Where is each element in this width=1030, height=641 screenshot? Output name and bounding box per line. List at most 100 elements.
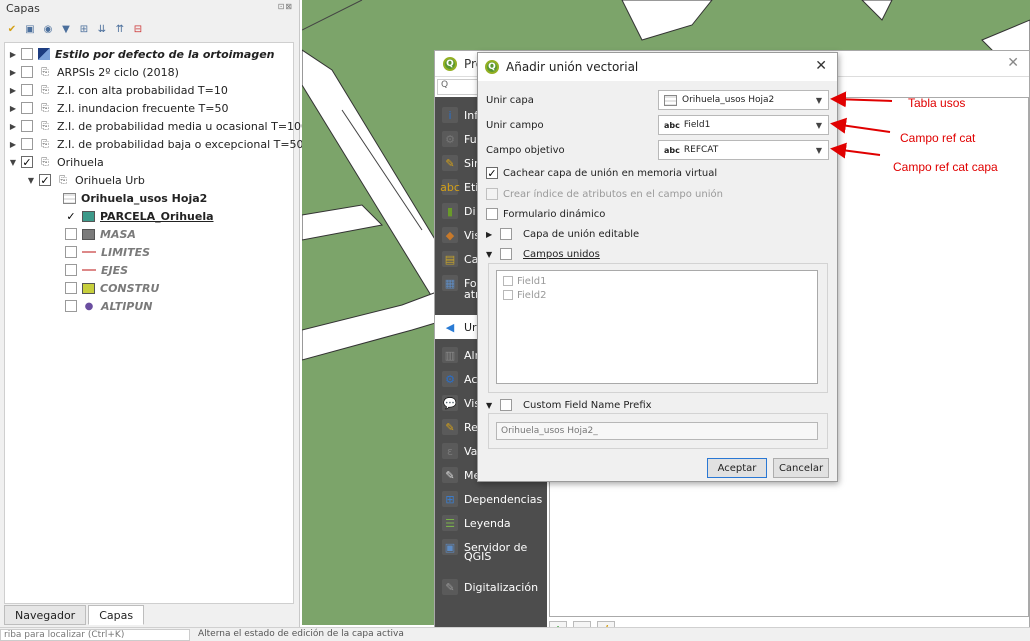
layer-item[interactable]: ✓ PARCELA_Orihuela bbox=[63, 207, 213, 225]
ok-button[interactable]: Aceptar bbox=[707, 458, 767, 478]
close-icon[interactable]: ✕ bbox=[1007, 55, 1019, 71]
style-manager-icon[interactable]: ✔ bbox=[5, 22, 19, 36]
join-layer-combo[interactable]: Orihuela_usos Hoja2 ▼ bbox=[658, 90, 829, 110]
sidebar-item-legend[interactable]: ☰ Leyenda bbox=[435, 511, 547, 535]
joined-fields-label: Campos unidos bbox=[523, 248, 600, 260]
layer-item[interactable]: CONSTRU bbox=[63, 279, 159, 297]
panel-title-bar: Capas ⊡⊠ bbox=[0, 0, 299, 18]
tab-navegador[interactable]: Navegador bbox=[4, 605, 87, 625]
layer-checkbox[interactable] bbox=[65, 264, 77, 276]
layer-checkbox[interactable]: ✓ bbox=[39, 174, 51, 186]
target-field-combo[interactable]: abc REFCAT ▼ bbox=[658, 140, 829, 160]
layer-item[interactable]: ▶ Estilo por defecto de la ortoimagen bbox=[7, 45, 275, 63]
index-label: Crear índice de atributos en el campo un… bbox=[503, 188, 723, 200]
filter-icon[interactable]: ▼ bbox=[59, 22, 73, 36]
chevron-down-icon: ▼ bbox=[815, 95, 822, 105]
cancel-button[interactable]: Cancelar bbox=[773, 458, 829, 478]
filter-legend-icon[interactable]: ⊞ bbox=[77, 22, 91, 36]
layer-checkbox[interactable] bbox=[21, 66, 33, 78]
layer-item[interactable]: LIMITES bbox=[63, 243, 150, 261]
layer-item[interactable]: ● ALTIPUN bbox=[63, 297, 153, 315]
expand-arrow-icon[interactable]: ▶ bbox=[486, 230, 500, 239]
editable-option[interactable]: ▶ Capa de unión editable bbox=[486, 225, 639, 243]
locator-input[interactable]: riba para localizar (Ctrl+K) bbox=[0, 629, 190, 641]
expand-arrow-icon[interactable]: ▶ bbox=[7, 140, 19, 149]
variables-icon: ε bbox=[442, 443, 458, 459]
layers-tree: ▶ Estilo por defecto de la ortoimagen ▶ … bbox=[4, 42, 311, 604]
layer-label: EJES bbox=[101, 263, 129, 277]
cache-label: Cachear capa de unión en memoria virtual bbox=[503, 167, 718, 179]
collapse-arrow-icon[interactable]: ▼ bbox=[25, 176, 37, 185]
group-icon: ⎘ bbox=[59, 174, 67, 186]
prefix-option[interactable]: ▼ Custom Field Name Prefix bbox=[486, 396, 652, 414]
expand-arrow-icon[interactable]: ▶ bbox=[7, 50, 19, 59]
layer-checkbox[interactable] bbox=[21, 48, 33, 60]
layer-label: Orihuela_usos Hoja2 bbox=[81, 191, 208, 205]
layer-item[interactable]: ▶ ⎘ Z.I. inundacion frecuente T=50 bbox=[7, 99, 229, 117]
layer-item[interactable]: ▶ ⎘ Z.I. de probabilidad baja o excepcio… bbox=[7, 135, 311, 153]
layer-checkbox[interactable]: ✓ bbox=[65, 210, 77, 222]
sidebar-item-digitizing[interactable]: ✎ Digitalización bbox=[435, 575, 547, 599]
layer-checkbox[interactable] bbox=[65, 228, 77, 240]
expand-arrow-icon[interactable]: ▶ bbox=[7, 68, 19, 77]
layer-item[interactable]: EJES bbox=[63, 261, 128, 279]
sidebar-item-label: Fu bbox=[464, 132, 477, 146]
polygon-symbol-icon bbox=[82, 228, 95, 240]
layer-checkbox[interactable] bbox=[21, 102, 33, 114]
group-icon: ⎘ bbox=[41, 84, 49, 96]
sidebar-item-dependencies[interactable]: ⊞ Dependencias bbox=[435, 487, 547, 511]
tab-capas[interactable]: Capas bbox=[88, 605, 145, 625]
digitizing-icon: ✎ bbox=[442, 579, 458, 595]
sidebar-item-label: Digitalización bbox=[464, 580, 539, 594]
layer-item[interactable]: ▼ ✓ ⎘ Orihuela bbox=[7, 153, 104, 171]
layer-checkbox[interactable] bbox=[65, 282, 77, 294]
source-icon: ⚙ bbox=[442, 131, 458, 147]
target-field-label: Campo objetivo bbox=[486, 144, 565, 156]
annotation-tabla-usos: Tabla usos bbox=[908, 96, 966, 110]
expand-all-icon[interactable]: ⇊ bbox=[95, 22, 109, 36]
collapse-all-icon[interactable]: ⇈ bbox=[113, 22, 127, 36]
layer-checkbox[interactable] bbox=[21, 84, 33, 96]
editable-checkbox[interactable] bbox=[500, 228, 512, 240]
layer-item[interactable]: MASA bbox=[63, 225, 136, 243]
close-icon[interactable]: ✕ bbox=[815, 58, 827, 74]
layer-checkbox[interactable]: ✓ bbox=[21, 156, 33, 168]
group-icon: ⎘ bbox=[41, 138, 49, 150]
layer-item[interactable]: ▶ ⎘ ARPSIs 2º ciclo (2018) bbox=[7, 63, 179, 81]
layer-checkbox[interactable] bbox=[21, 138, 33, 150]
visibility-icon[interactable]: ◉ bbox=[41, 22, 55, 36]
expand-arrow-icon[interactable]: ▶ bbox=[7, 86, 19, 95]
list-item: Field1 bbox=[501, 274, 546, 288]
layer-item[interactable]: ▶ ⎘ Z.I. de probabilidad media u ocasion… bbox=[7, 117, 308, 135]
layer-item[interactable]: ▶ ⎘ Z.I. con alta probabilidad T=10 bbox=[7, 81, 228, 99]
collapse-arrow-icon[interactable]: ▼ bbox=[486, 250, 500, 259]
expand-arrow-icon[interactable]: ▶ bbox=[7, 122, 19, 131]
storage-icon: ▥ bbox=[442, 347, 458, 363]
joined-fields-checkbox[interactable] bbox=[500, 248, 512, 260]
dynamic-form-option[interactable]: Formulario dinámico bbox=[486, 205, 605, 223]
joined-fields-option[interactable]: ▼ Campos unidos bbox=[486, 245, 600, 263]
prefix-checkbox[interactable] bbox=[500, 399, 512, 411]
collapse-arrow-icon[interactable]: ▼ bbox=[7, 158, 19, 167]
dialog-title-bar: Q Añadir unión vectorial bbox=[478, 53, 837, 81]
metadata-icon: ✎ bbox=[442, 467, 458, 483]
add-group-icon[interactable]: ▣ bbox=[23, 22, 37, 36]
prefix-label: Custom Field Name Prefix bbox=[523, 399, 652, 411]
layer-item[interactable]: Orihuela_usos Hoja2 bbox=[63, 189, 207, 207]
qgis-logo-icon: Q bbox=[485, 60, 499, 74]
cache-option[interactable]: ✓ Cachear capa de unión en memoria virtu… bbox=[486, 164, 717, 182]
layer-checkbox[interactable] bbox=[65, 246, 77, 258]
collapse-arrow-icon[interactable]: ▼ bbox=[486, 401, 500, 410]
layer-checkbox[interactable] bbox=[21, 120, 33, 132]
join-field-combo[interactable]: abc Field1 ▼ bbox=[658, 115, 829, 135]
field-label: Field2 bbox=[517, 289, 547, 301]
sidebar-item-label: Va bbox=[464, 444, 478, 458]
expand-arrow-icon[interactable]: ▶ bbox=[7, 104, 19, 113]
remove-layer-icon[interactable]: ⊟ bbox=[131, 22, 145, 36]
layer-item[interactable]: ▼ ✓ ⎘ Orihuela Urb bbox=[25, 171, 145, 189]
layer-checkbox[interactable] bbox=[65, 300, 77, 312]
dynamic-form-checkbox[interactable] bbox=[486, 208, 498, 220]
prefix-input: Orihuela_usos Hoja2_ bbox=[496, 422, 818, 440]
cache-checkbox[interactable]: ✓ bbox=[486, 167, 498, 179]
panel-window-buttons[interactable]: ⊡⊠ bbox=[278, 2, 293, 16]
